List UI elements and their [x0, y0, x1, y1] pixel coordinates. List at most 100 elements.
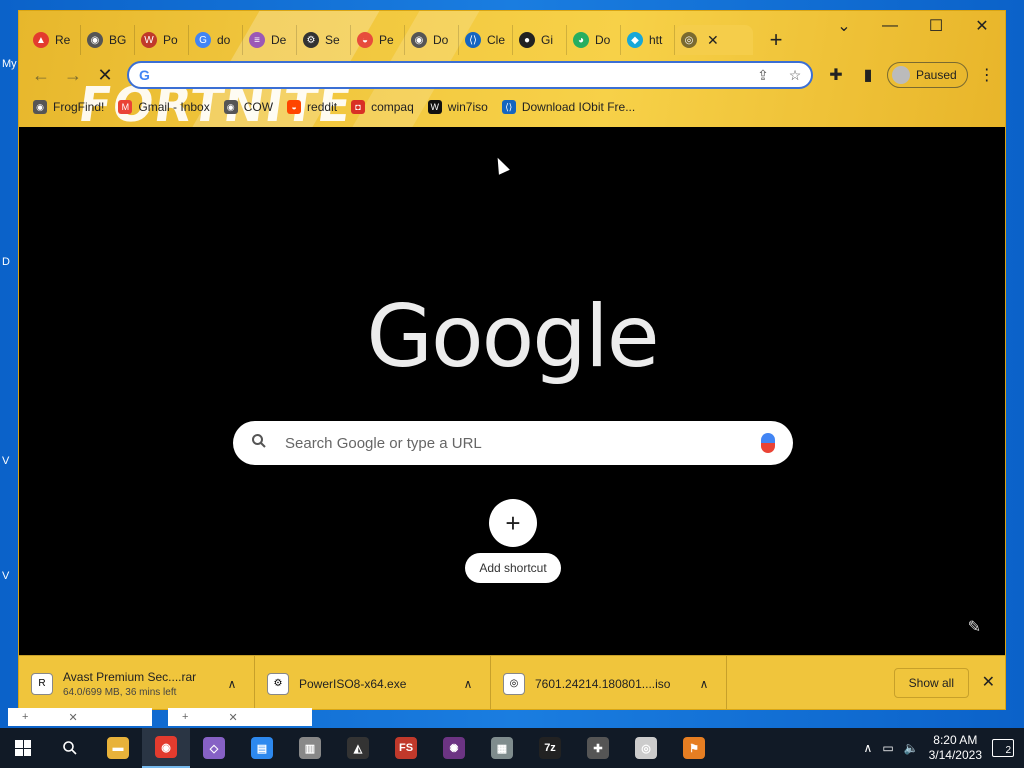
- tab[interactable]: ⚙ Se: [297, 25, 351, 55]
- maximize-button[interactable]: ☐: [913, 11, 959, 41]
- fs-icon: FS: [395, 737, 417, 759]
- forward-button[interactable]: →: [57, 61, 89, 89]
- tab[interactable]: ◉ BG: [81, 25, 135, 55]
- tab-close-icon[interactable]: ✕: [707, 32, 719, 49]
- download-item[interactable]: R Avast Premium Sec....rar 64.0/699 MB, 36…: [19, 655, 255, 709]
- chevron-up-icon[interactable]: ∧: [692, 677, 716, 691]
- shelf-close-icon[interactable]: ✕: [982, 672, 995, 692]
- window-controls: ⌄ — ☐ ✕: [821, 11, 1005, 41]
- share-icon[interactable]: ⇪: [747, 67, 779, 84]
- tab[interactable]: ◉ Do: [405, 25, 459, 55]
- download-item[interactable]: ◎ 7601.24214.180801....iso ∧: [491, 655, 727, 709]
- taskbar-app-fs[interactable]: FS: [382, 728, 430, 768]
- close-button[interactable]: ✕: [959, 11, 1005, 41]
- taskbar-app-vegas[interactable]: ◭: [334, 728, 382, 768]
- taskbar-app-file-explorer[interactable]: ▬: [94, 728, 142, 768]
- tab[interactable]: ● Gi: [513, 25, 567, 55]
- bookmark-item[interactable]: ◉ COW: [223, 100, 274, 114]
- favicon-icon: ◒: [357, 32, 373, 48]
- tab-search-icon[interactable]: ⌄: [821, 11, 867, 41]
- add-shortcut-label[interactable]: Add shortcut: [465, 553, 561, 583]
- minimized-window[interactable]: + ✕: [8, 708, 152, 726]
- taskbar-app-visual-studio[interactable]: ◇: [190, 728, 238, 768]
- bookmark-item[interactable]: ◘ compaq: [351, 100, 414, 114]
- close-icon[interactable]: ✕: [228, 711, 237, 724]
- download-shelf: R Avast Premium Sec....rar 64.0/699 MB, 36…: [19, 655, 1005, 709]
- menu-icon[interactable]: ⋮: [974, 61, 1000, 89]
- bookmark-item[interactable]: ◒ reddit: [287, 100, 337, 114]
- bookmark-item[interactable]: M Gmail - Inbox: [118, 100, 210, 114]
- omnibox[interactable]: G ⇪ ☆: [127, 61, 813, 89]
- desktop-icon-label[interactable]: V: [2, 570, 9, 582]
- restore-icon[interactable]: +: [22, 711, 28, 723]
- bookmark-item[interactable]: ◉ FrogFind!: [33, 100, 104, 114]
- side-panel-icon[interactable]: ▮: [855, 61, 881, 89]
- tab[interactable]: ◕ Do: [567, 25, 621, 55]
- search-icon[interactable]: [46, 728, 94, 768]
- taskbar-app-chrome[interactable]: ◉: [142, 728, 190, 768]
- minimize-button[interactable]: —: [867, 11, 913, 41]
- tab-active[interactable]: ◎ ✕: [675, 25, 753, 55]
- bookmark-item[interactable]: Wwin7iso: [427, 100, 488, 114]
- minimized-window[interactable]: + ✕: [168, 708, 312, 726]
- tab[interactable]: ⟨⟩ Cle: [459, 25, 513, 55]
- close-icon[interactable]: ✕: [68, 711, 77, 724]
- notifications-icon[interactable]: 2: [992, 739, 1014, 757]
- volume-icon[interactable]: 🔈: [904, 741, 919, 755]
- file-icon: ◎: [503, 672, 525, 695]
- visual-studio-icon: ◇: [203, 737, 225, 759]
- microphone-icon[interactable]: [761, 433, 775, 453]
- favicon-icon: ≡: [249, 32, 265, 48]
- customize-pencil-icon[interactable]: ✎: [968, 617, 981, 637]
- download-item[interactable]: ⚙ PowerISO8-x64.exe ∧: [255, 655, 491, 709]
- taskbar-app-windows-flag[interactable]: ⚑: [670, 728, 718, 768]
- show-all-button[interactable]: Show all: [893, 668, 969, 698]
- taskbar-app-7zip[interactable]: 7z: [526, 728, 574, 768]
- desktop-icon-label[interactable]: V: [2, 455, 9, 467]
- file-icon: ⚙: [267, 672, 289, 695]
- favicon-icon: ⟨⟩: [465, 32, 481, 48]
- chevron-up-icon[interactable]: ∧: [220, 677, 244, 691]
- star-icon[interactable]: ☆: [779, 67, 811, 84]
- add-shortcut[interactable]: + Add shortcut: [461, 499, 565, 583]
- download-text: PowerISO8-x64.exe: [299, 677, 446, 691]
- taskbar-app-disc[interactable]: ◎: [622, 728, 670, 768]
- bookmark-item[interactable]: ⟨⟩ Download IObit Fre...: [501, 100, 636, 114]
- network-icon[interactable]: ▭: [882, 741, 893, 755]
- vegas-icon: ◭: [347, 737, 369, 759]
- avatar: [892, 66, 910, 84]
- taskbar-app-steam[interactable]: ✚: [574, 728, 622, 768]
- bookmark-label: COW: [243, 100, 274, 114]
- chevron-up-icon[interactable]: ∧: [456, 677, 480, 691]
- bookmark-label: Download IObit Fre...: [521, 100, 636, 114]
- stop-button[interactable]: ✕: [89, 61, 121, 89]
- new-tab-button[interactable]: +: [761, 25, 791, 55]
- restore-icon[interactable]: +: [182, 711, 188, 723]
- tab[interactable]: W Po: [135, 25, 189, 55]
- extensions-icon[interactable]: ✚: [823, 61, 849, 89]
- bookmark-label: Gmail - Inbox: [138, 100, 210, 114]
- bookmark-favicon-icon: ◘: [351, 100, 366, 114]
- start-button[interactable]: [0, 728, 46, 768]
- desktop-icon-label[interactable]: My: [2, 58, 17, 70]
- taskbar-app-printer[interactable]: ▥: [286, 728, 334, 768]
- tab[interactable]: ≡ De: [243, 25, 297, 55]
- toolbar-right: ✚ ▮ Paused ⋮: [823, 61, 1000, 89]
- tab[interactable]: ◒ Pe: [351, 25, 405, 55]
- plus-icon[interactable]: +: [489, 499, 537, 547]
- tab[interactable]: ◆ htt: [621, 25, 675, 55]
- profile-button[interactable]: Paused: [887, 62, 968, 88]
- system-tray: ∧ ▭ 🔈 8:20 AM 3/14/2023 2: [864, 728, 1024, 768]
- tab[interactable]: Gdo: [189, 25, 243, 55]
- address-input[interactable]: [159, 67, 747, 83]
- taskbar-app-game[interactable]: ✺: [430, 728, 478, 768]
- search-box[interactable]: Search Google or type a URL: [233, 421, 793, 465]
- back-button[interactable]: ←: [25, 61, 57, 89]
- tab[interactable]: ▲ Re: [27, 25, 81, 55]
- taskbar-app-control-panel[interactable]: ▤: [238, 728, 286, 768]
- tray-chevron-icon[interactable]: ∧: [864, 741, 873, 755]
- browser-frame: FORTNITE ▲ Re ◉ BG W Po Gdo ≡ De ⚙ Se ◒ Pe ◉ Do ⟨⟩ Cle ● G…: [19, 11, 1005, 127]
- taskbar-app-network[interactable]: ▦: [478, 728, 526, 768]
- clock[interactable]: 8:20 AM 3/14/2023: [929, 733, 982, 763]
- desktop-icon-label[interactable]: D: [2, 256, 10, 268]
